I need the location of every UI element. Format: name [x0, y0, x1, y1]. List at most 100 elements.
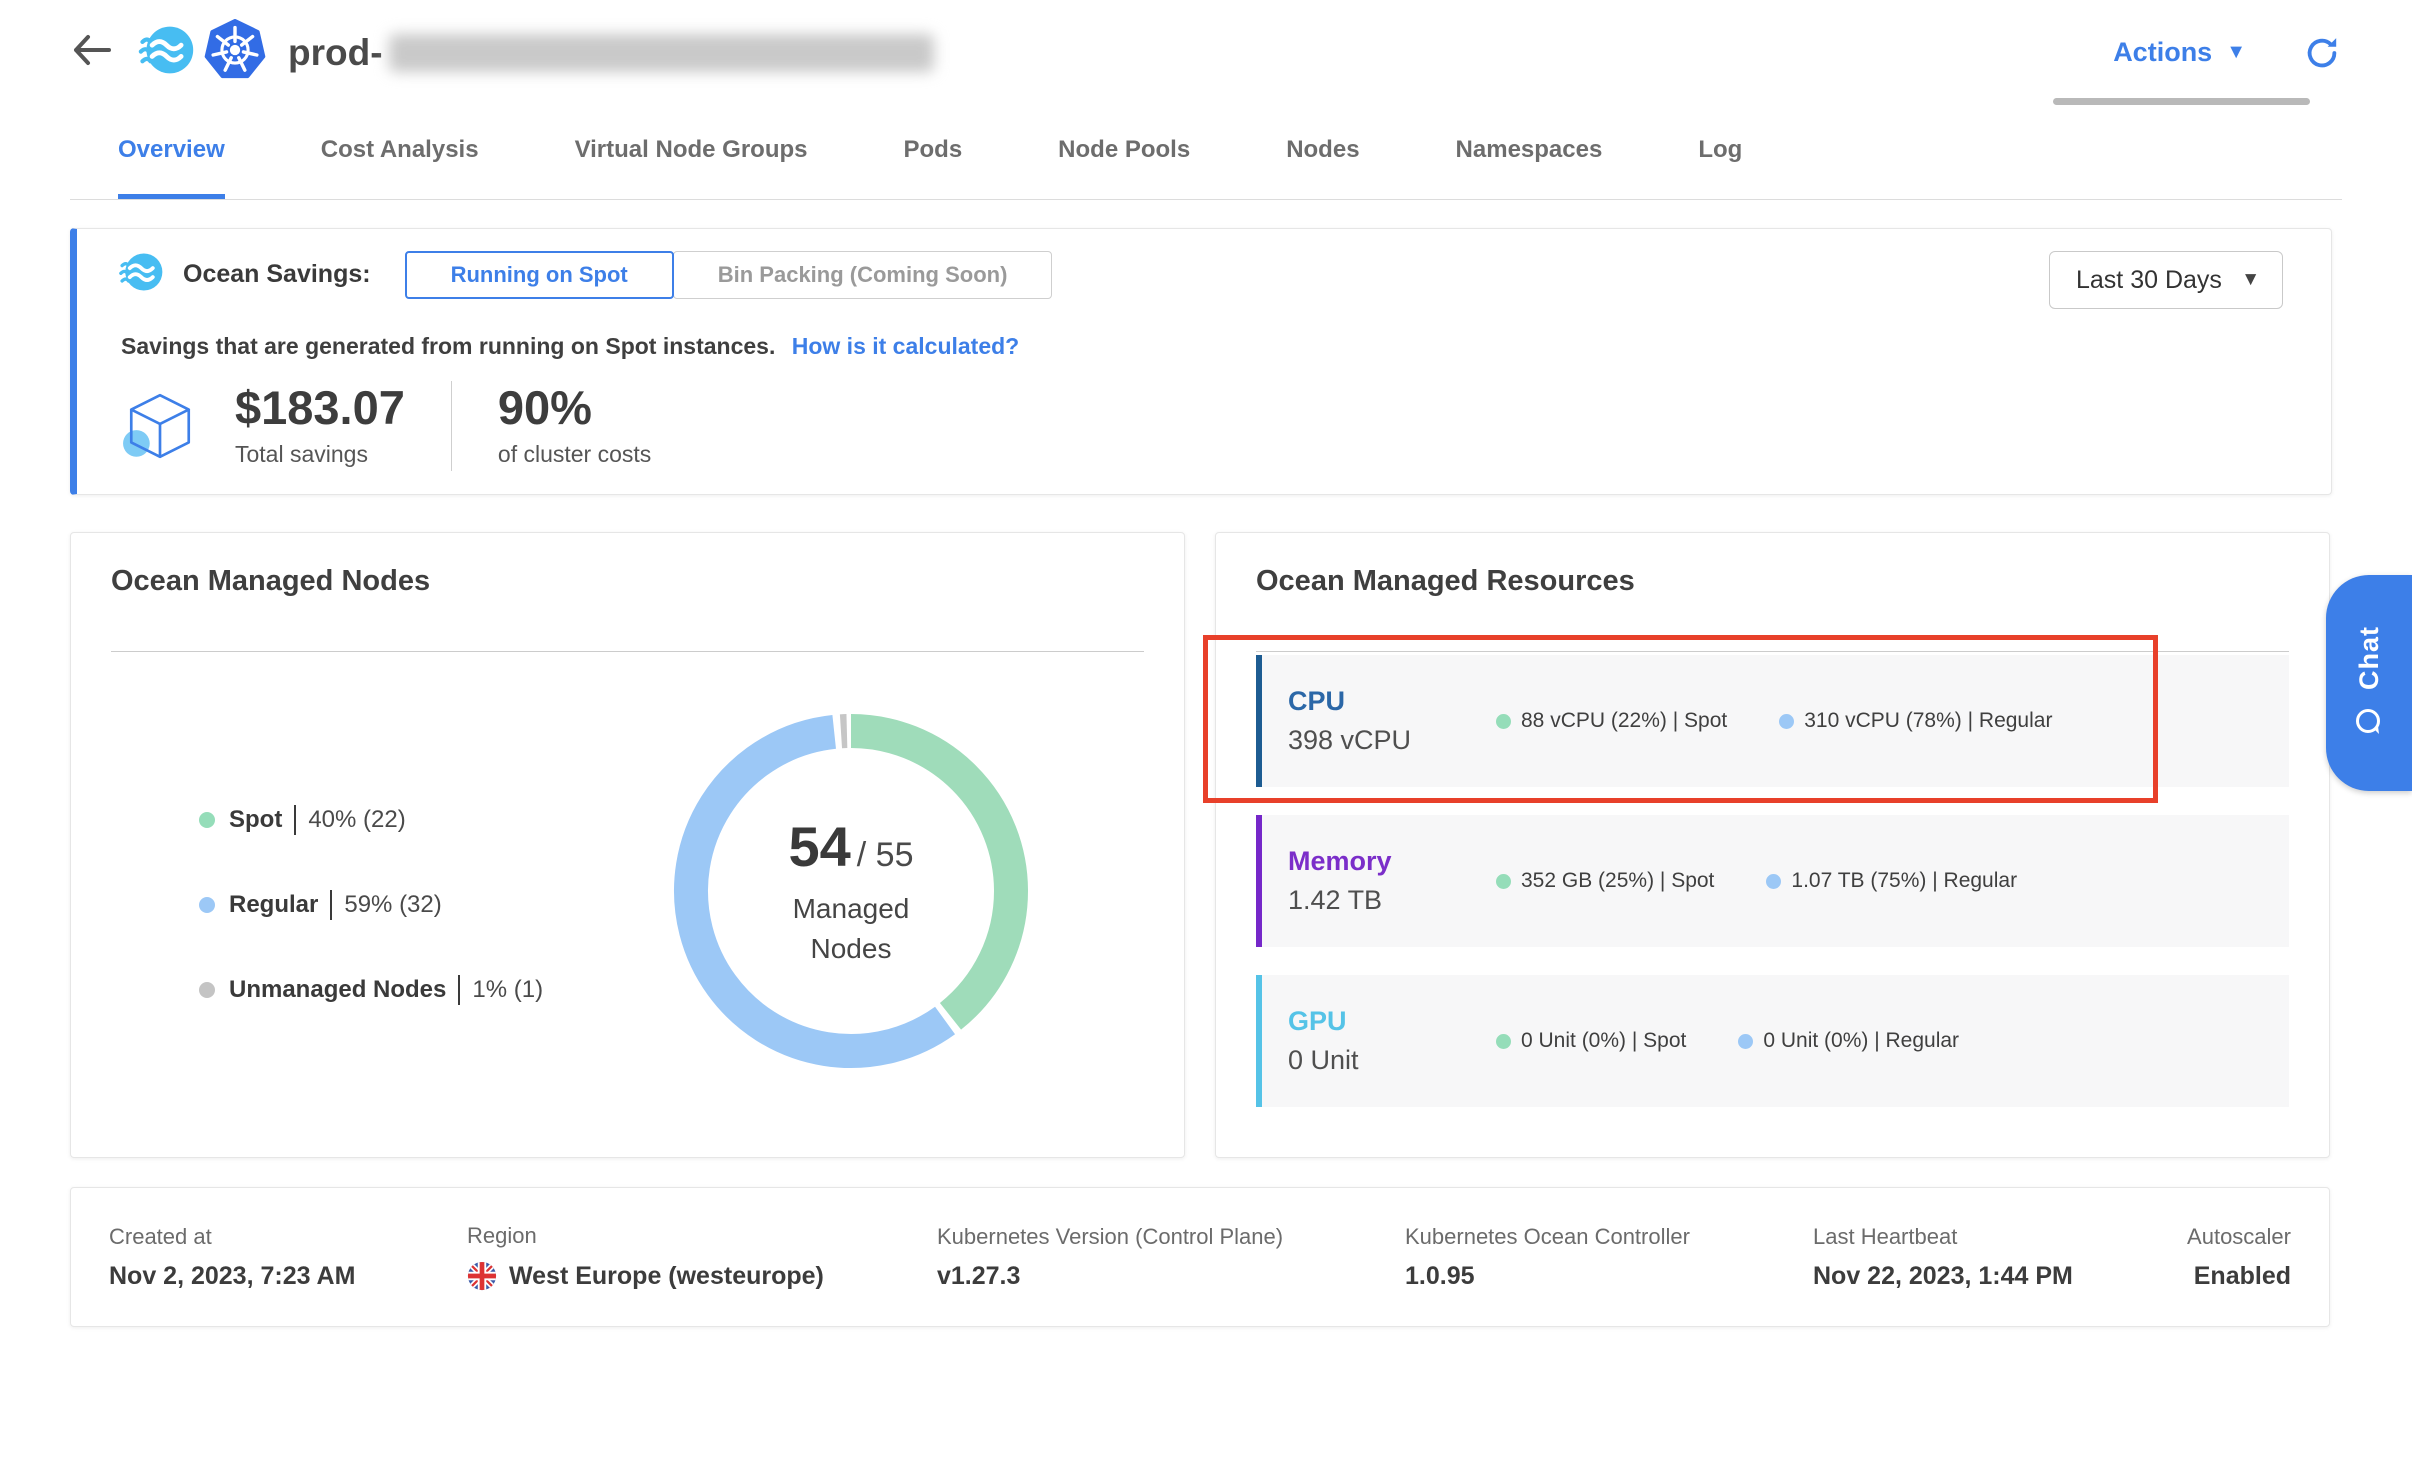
info-value: West Europe (westeurope)	[509, 1262, 824, 1291]
legend-item-regular: Regular 59% (32)	[199, 890, 543, 920]
resource-rows: CPU 398 vCPU 88 vCPU (22%) | Spot 310 vC…	[1256, 655, 2289, 1107]
savings-header-row: Ocean Savings: Running on Spot Bin Packi…	[117, 249, 1052, 300]
gpu-spot-text: 0 Unit (0%) | Spot	[1521, 1029, 1686, 1053]
legend-value: 59% (32)	[344, 891, 441, 919]
info-label: Created at	[109, 1224, 467, 1250]
legend-separator	[294, 805, 296, 835]
donut-label-line1: Managed	[793, 889, 910, 929]
cpu-total: 398 vCPU	[1288, 725, 1496, 756]
total-savings-label: Total savings	[235, 441, 405, 468]
gpu-label: GPU	[1288, 1006, 1496, 1037]
managed-nodes-total: / 55	[857, 836, 914, 875]
total-savings-value: $183.07	[235, 379, 405, 437]
tab-overview[interactable]: Overview	[118, 105, 225, 199]
resources-card-title: Ocean Managed Resources	[1256, 565, 1635, 598]
savings-description-text: Savings that are generated from running …	[121, 333, 775, 359]
memory-spot-entry: 352 GB (25%) | Spot	[1496, 869, 1714, 893]
ocean-managed-resources-card: Ocean Managed Resources CPU 398 vCPU 88 …	[1215, 532, 2330, 1158]
spot-dot-icon	[199, 812, 215, 828]
memory-total: 1.42 TB	[1288, 885, 1496, 916]
regular-dot-icon	[1766, 874, 1781, 889]
cluster-cost-stat: 90% of cluster costs	[498, 379, 651, 468]
memory-regular-entry: 1.07 TB (75%) | Regular	[1766, 869, 2017, 893]
info-value: 1.0.95	[1405, 1262, 1813, 1291]
gpu-regular-text: 0 Unit (0%) | Regular	[1763, 1029, 1959, 1053]
tab-bar: Overview Cost Analysis Virtual Node Grou…	[70, 105, 2342, 200]
unmanaged-dot-icon	[199, 982, 215, 998]
tab-nodes[interactable]: Nodes	[1286, 105, 1359, 199]
horizontal-scrollbar-thumb[interactable]	[2053, 98, 2310, 105]
refresh-button[interactable]	[2304, 35, 2340, 71]
gpu-regular-entry: 0 Unit (0%) | Regular	[1738, 1029, 1959, 1053]
stat-divider	[451, 381, 452, 471]
chat-label: Chat	[2354, 626, 2385, 690]
header-actions: Actions ▼	[2113, 35, 2340, 71]
cluster-cost-pct-value: 90%	[498, 379, 651, 437]
back-button[interactable]	[70, 31, 114, 75]
legend-separator	[458, 975, 460, 1005]
info-autoscaler: Autoscaler Enabled	[2185, 1224, 2291, 1291]
resource-row-gpu: GPU 0 Unit 0 Unit (0%) | Spot 0 Unit (0%…	[1256, 975, 2289, 1107]
savings-stats: $183.07 Total savings 90% of cluster cos…	[121, 379, 651, 471]
uk-flag-icon	[467, 1261, 497, 1291]
info-label: Kubernetes Ocean Controller	[1405, 1224, 1813, 1250]
nodes-legend: Spot 40% (22) Regular 59% (32) Unmanaged…	[199, 805, 543, 1005]
info-value: Nov 22, 2023, 1:44 PM	[1813, 1262, 2185, 1291]
legend-label: Regular	[229, 891, 318, 919]
ocean-managed-nodes-card: Ocean Managed Nodes Spot 40% (22) Regula…	[70, 532, 1185, 1158]
info-label: Region	[467, 1223, 937, 1249]
memory-spot-text: 352 GB (25%) | Spot	[1521, 869, 1714, 893]
info-value: v1.27.3	[937, 1262, 1405, 1291]
page-title: prod-	[288, 32, 934, 74]
ocean-savings-label: Ocean Savings:	[183, 260, 371, 289]
actions-menu-button[interactable]: Actions ▼	[2113, 37, 2246, 68]
bin-packing-toggle[interactable]: Bin Packing (Coming Soon)	[673, 251, 1053, 299]
cpu-regular-text: 310 vCPU (78%) | Regular	[1804, 709, 2052, 733]
info-value: Enabled	[2185, 1262, 2291, 1291]
managed-nodes-current: 54	[788, 814, 850, 879]
ocean-cluster-overview-page: prod- Actions ▼ Overview Cost Analysis V…	[0, 0, 2412, 1478]
legend-value: 40% (22)	[308, 806, 405, 834]
legend-separator	[330, 890, 332, 920]
cpu-spot-entry: 88 vCPU (22%) | Spot	[1496, 709, 1727, 733]
total-savings-stat: $183.07 Total savings	[235, 379, 405, 468]
cluster-name-redacted	[389, 34, 934, 72]
spot-dot-icon	[1496, 874, 1511, 889]
actions-label: Actions	[2113, 37, 2212, 68]
ocean-savings-icon	[117, 249, 163, 300]
info-label: Kubernetes Version (Control Plane)	[937, 1224, 1405, 1250]
info-created-at: Created at Nov 2, 2023, 7:23 AM	[109, 1224, 467, 1291]
period-dropdown-value: Last 30 Days	[2076, 266, 2222, 295]
info-label: Autoscaler	[2185, 1224, 2291, 1250]
regular-dot-icon	[1779, 714, 1794, 729]
managed-nodes-donut-chart: 54 / 55 Managed Nodes	[671, 711, 1031, 1071]
chat-button[interactable]: Chat	[2326, 575, 2412, 791]
cpu-label: CPU	[1288, 686, 1496, 717]
regular-dot-icon	[199, 897, 215, 913]
legend-label: Spot	[229, 806, 282, 834]
savings-description: Savings that are generated from running …	[121, 333, 1019, 360]
savings-view-toggle: Running on Spot Bin Packing (Coming Soon…	[405, 251, 1053, 299]
spot-dot-icon	[1496, 1034, 1511, 1049]
info-value: Nov 2, 2023, 7:23 AM	[109, 1262, 467, 1291]
running-on-spot-toggle[interactable]: Running on Spot	[405, 251, 674, 299]
donut-center-text: 54 / 55 Managed Nodes	[671, 711, 1031, 1071]
tab-node-pools[interactable]: Node Pools	[1058, 105, 1190, 199]
gpu-spot-entry: 0 Unit (0%) | Spot	[1496, 1029, 1686, 1053]
tab-virtual-node-groups[interactable]: Virtual Node Groups	[575, 105, 808, 199]
tab-cost-analysis[interactable]: Cost Analysis	[321, 105, 479, 199]
info-label: Last Heartbeat	[1813, 1224, 2185, 1250]
chat-bubble-icon	[2352, 706, 2386, 740]
ocean-logo-icon	[136, 21, 194, 84]
chevron-down-icon: ▼	[2241, 269, 2260, 291]
divider	[1256, 651, 2289, 652]
legend-value: 1% (1)	[472, 976, 543, 1004]
tab-namespaces[interactable]: Namespaces	[1456, 105, 1603, 199]
legend-item-spot: Spot 40% (22)	[199, 805, 543, 835]
how-is-it-calculated-link[interactable]: How is it calculated?	[792, 333, 1020, 359]
savings-cube-icon	[121, 387, 199, 470]
spot-dot-icon	[1496, 714, 1511, 729]
period-dropdown[interactable]: Last 30 Days ▼	[2049, 251, 2283, 309]
tab-pods[interactable]: Pods	[903, 105, 962, 199]
tab-log[interactable]: Log	[1698, 105, 1742, 199]
